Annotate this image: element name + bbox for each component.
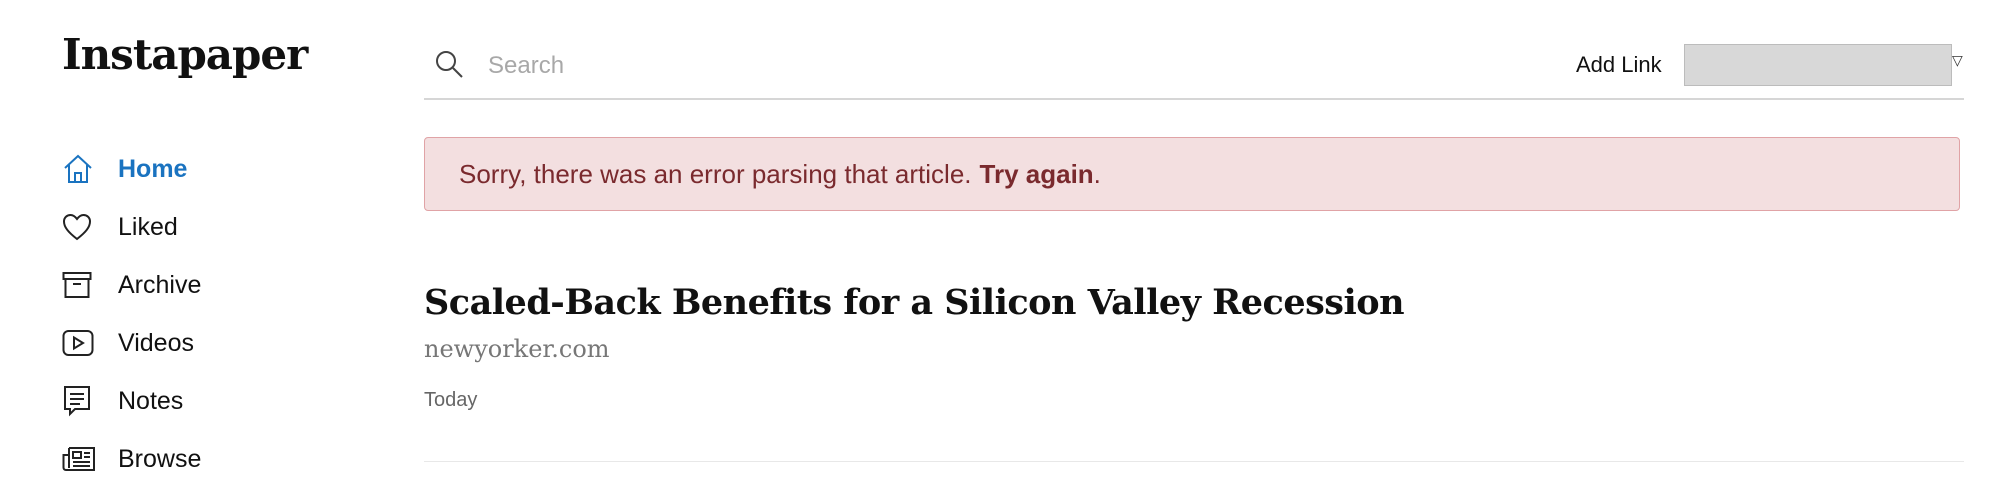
article-title[interactable]: Scaled-Back Benefits for a Silicon Valle…: [424, 282, 1964, 323]
error-banner: Sorry, there was an error parsing that a…: [424, 137, 1960, 211]
sidebar-item-liked[interactable]: Liked: [62, 198, 362, 256]
sidebar-item-label: Browse: [118, 444, 202, 473]
sidebar-item-label: Home: [118, 154, 188, 183]
home-icon: [62, 151, 98, 187]
article-date: Today: [424, 389, 478, 411]
add-link-label: Add Link: [1576, 52, 1662, 77]
divider: [424, 461, 1964, 462]
sidebar-item-home[interactable]: Home: [62, 140, 362, 198]
article-list-item[interactable]: Scaled-Back Benefits for a Silicon Valle…: [424, 282, 1964, 412]
video-icon: [62, 325, 98, 361]
sidebar-item-label: Archive: [118, 270, 202, 299]
sidebar-item-browse[interactable]: Browse: [62, 430, 362, 480]
heart-icon: [62, 209, 98, 245]
try-again-link[interactable]: Try again: [980, 159, 1094, 190]
sidebar-item-videos[interactable]: Videos: [62, 314, 362, 372]
sidebar-item-label: Liked: [118, 212, 178, 241]
search-input[interactable]: [486, 51, 1390, 81]
sidebar-item-label: Videos: [118, 328, 194, 357]
newspaper-icon: [62, 441, 98, 477]
archive-icon: [62, 267, 98, 303]
error-suffix: .: [1093, 158, 1101, 189]
error-message: Sorry, there was an error parsing that a…: [459, 158, 972, 189]
top-bar: Add Link ▽: [424, 34, 1964, 100]
search-icon[interactable]: [434, 49, 468, 83]
sidebar-item-label: Notes: [118, 386, 184, 415]
dropdown-triangle-icon[interactable]: ▽: [1952, 52, 1963, 69]
article-domain: newyorker.com: [424, 335, 610, 363]
sidebar-nav: Home Liked Archive Videos Notes Browse: [62, 140, 362, 480]
app-window: Instapaper Home Liked Archive Videos Not…: [0, 0, 2000, 480]
add-link-input[interactable]: [1684, 44, 1952, 86]
notes-icon: [62, 383, 98, 419]
app-logo[interactable]: Instapaper: [62, 30, 308, 79]
sidebar-item-archive[interactable]: Archive: [62, 256, 362, 314]
sidebar-item-notes[interactable]: Notes: [62, 372, 362, 430]
